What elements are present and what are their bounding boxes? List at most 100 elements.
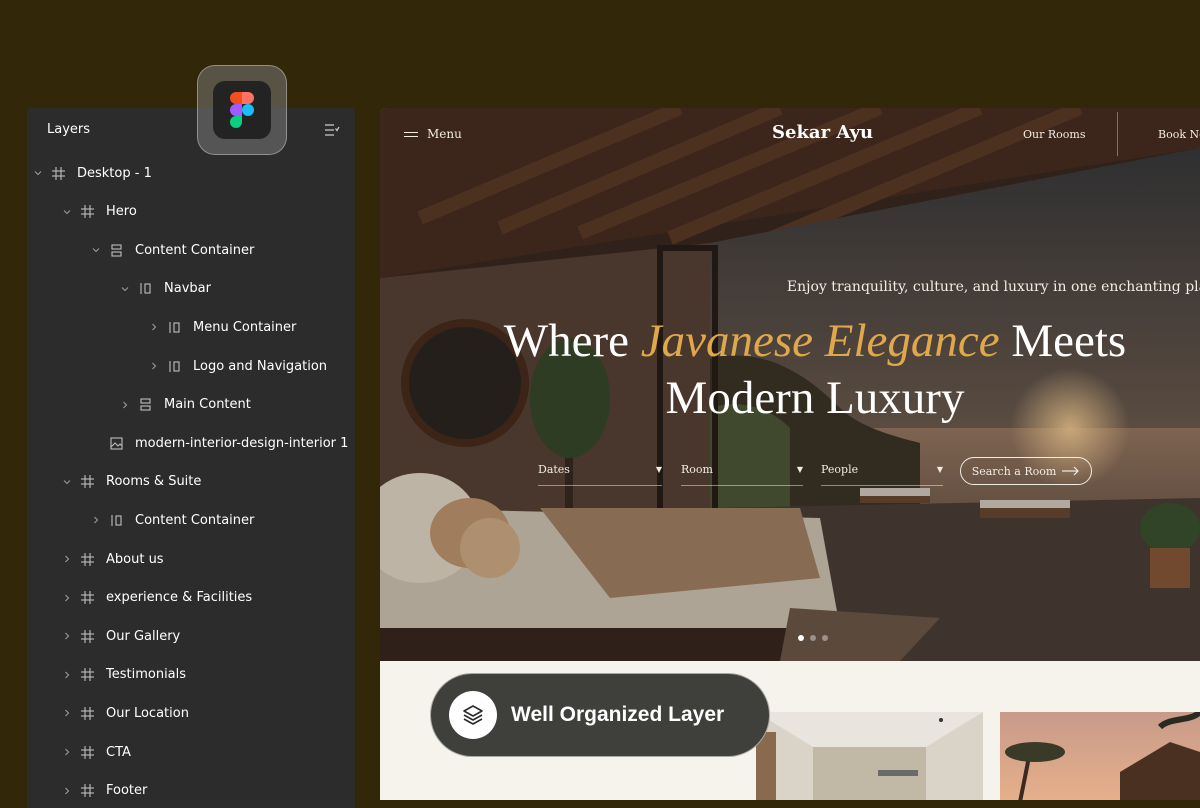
nav-link-our-rooms[interactable]: Our Rooms — [1023, 128, 1085, 141]
frame-icon — [80, 745, 94, 759]
layer-row[interactable]: About us — [27, 548, 355, 570]
vertical-auto-layout-icon — [109, 243, 123, 257]
room-caret-icon: ▼ — [796, 465, 803, 474]
horizontal-auto-layout-icon — [167, 320, 181, 334]
layer-label: experience & Facilities — [106, 590, 253, 606]
layer-label: Desktop - 1 — [77, 165, 152, 181]
frame-icon — [80, 591, 94, 605]
well-organized-layer-callout: Well Organized Layer — [430, 673, 770, 757]
layer-row[interactable]: Content Container — [27, 509, 355, 531]
frame-icon — [80, 706, 94, 720]
layer-row[interactable]: Content Container — [27, 239, 355, 261]
layer-label: Our Location — [106, 705, 189, 721]
layers-panel: Layers Desktop - 1 Hero Content Container N… — [27, 108, 355, 808]
carousel-dot[interactable] — [822, 635, 828, 641]
search-room-button-label: Search a Room — [971, 464, 1057, 478]
layer-row[interactable]: Menu Container — [27, 316, 355, 338]
horizontal-auto-layout-icon — [109, 513, 123, 527]
chevron-right-icon[interactable] — [62, 747, 72, 757]
hero-title-start: Where — [503, 315, 629, 367]
frame-icon — [51, 166, 65, 180]
frame-icon — [80, 475, 94, 489]
frame-icon — [80, 629, 94, 643]
carousel-dot-active[interactable] — [798, 635, 804, 641]
callout-label: Well Organized Layer — [511, 703, 725, 726]
layer-row[interactable]: experience & Facilities — [27, 587, 355, 609]
layer-row[interactable]: modern-interior-design-interior 1 — [27, 432, 355, 454]
hero-title-end: Modern Luxury — [665, 372, 965, 424]
hero-tagline: Enjoy tranquility, culture, and luxury i… — [786, 279, 1200, 295]
layer-row[interactable]: Our Location — [27, 702, 355, 724]
layer-row[interactable]: Logo and Navigation — [27, 355, 355, 377]
room-thumbnail-interior — [756, 712, 983, 800]
layer-row[interactable]: Main Content — [27, 394, 355, 416]
hamburger-icon — [404, 129, 418, 140]
chevron-down-icon[interactable] — [62, 207, 72, 217]
figma-logo-icon — [213, 81, 271, 139]
search-dates-select[interactable]: Dates ▼ — [538, 463, 662, 486]
horizontal-auto-layout-icon — [138, 282, 152, 296]
carousel-dots — [798, 635, 834, 641]
search-room-button[interactable]: Search a Room — [960, 457, 1092, 485]
layer-row[interactable]: Hero — [27, 201, 355, 223]
chevron-right-icon[interactable] — [62, 593, 72, 603]
chevron-right-icon[interactable] — [62, 786, 72, 796]
layer-label: Rooms & Suite — [106, 474, 202, 490]
chevron-right-icon[interactable] — [62, 708, 72, 718]
site-logo[interactable]: Sekar Ayu — [772, 122, 873, 143]
vertical-auto-layout-icon — [138, 398, 152, 412]
search-people-select[interactable]: People ▼ — [821, 463, 943, 486]
frame-icon — [80, 552, 94, 566]
horizontal-auto-layout-icon — [167, 359, 181, 373]
frame-icon — [80, 784, 94, 798]
layers-list-menu-icon[interactable] — [324, 123, 340, 137]
chevron-right-icon[interactable] — [91, 515, 101, 525]
layer-row[interactable]: Desktop - 1 — [27, 162, 355, 184]
nav-link-book-now[interactable]: Book No — [1158, 128, 1200, 141]
frame-icon — [80, 205, 94, 219]
figma-app-badge — [197, 65, 287, 155]
layer-label: CTA — [106, 744, 131, 760]
chevron-placeholder — [91, 438, 101, 448]
search-people-label: People — [821, 463, 859, 476]
search-dates-label: Dates — [538, 463, 570, 476]
layer-row[interactable]: Footer — [27, 780, 355, 802]
layer-row[interactable]: Our Gallery — [27, 625, 355, 647]
chevron-right-icon[interactable] — [120, 400, 130, 410]
layer-row[interactable]: Navbar — [27, 278, 355, 300]
site-navbar: Menu Sekar Ayu Our Rooms Book No — [380, 108, 1200, 160]
layers-stack-icon — [449, 691, 497, 739]
chevron-down-icon[interactable] — [33, 168, 43, 178]
layer-label: Content Container — [135, 512, 255, 528]
layer-label: Menu Container — [193, 319, 297, 335]
layer-label: Footer — [106, 783, 148, 799]
layer-row[interactable]: Testimonials — [27, 664, 355, 686]
image-icon — [109, 436, 123, 450]
layer-row[interactable]: CTA — [27, 741, 355, 763]
layer-row[interactable]: Rooms & Suite — [27, 471, 355, 493]
layer-label: Hero — [106, 204, 137, 220]
chevron-down-icon[interactable] — [62, 477, 72, 487]
chevron-right-icon[interactable] — [149, 322, 159, 332]
layer-label: Our Gallery — [106, 628, 181, 644]
nav-menu-button[interactable]: Menu — [404, 127, 462, 141]
dates-caret-icon: ▼ — [655, 465, 662, 474]
hero-title-mid: Meets — [1011, 315, 1127, 367]
nav-divider — [1117, 112, 1118, 156]
people-caret-icon: ▼ — [936, 465, 943, 474]
chevron-right-icon[interactable] — [62, 631, 72, 641]
search-room-label: Room — [681, 463, 713, 476]
hero-section: Menu Sekar Ayu Our Rooms Book No Enjoy t… — [380, 108, 1200, 661]
search-room-select[interactable]: Room ▼ — [681, 463, 803, 486]
carousel-dot[interactable] — [810, 635, 816, 641]
layer-label: modern-interior-design-interior 1 — [135, 435, 349, 451]
chevron-right-icon[interactable] — [62, 670, 72, 680]
layer-label: Testimonials — [106, 667, 187, 683]
chevron-down-icon[interactable] — [120, 284, 130, 294]
layer-label: About us — [106, 551, 164, 567]
hero-title-accent: Javanese Elegance — [640, 315, 1000, 367]
frame-icon — [80, 668, 94, 682]
chevron-right-icon[interactable] — [149, 361, 159, 371]
chevron-right-icon[interactable] — [62, 554, 72, 564]
chevron-down-icon[interactable] — [91, 245, 101, 255]
